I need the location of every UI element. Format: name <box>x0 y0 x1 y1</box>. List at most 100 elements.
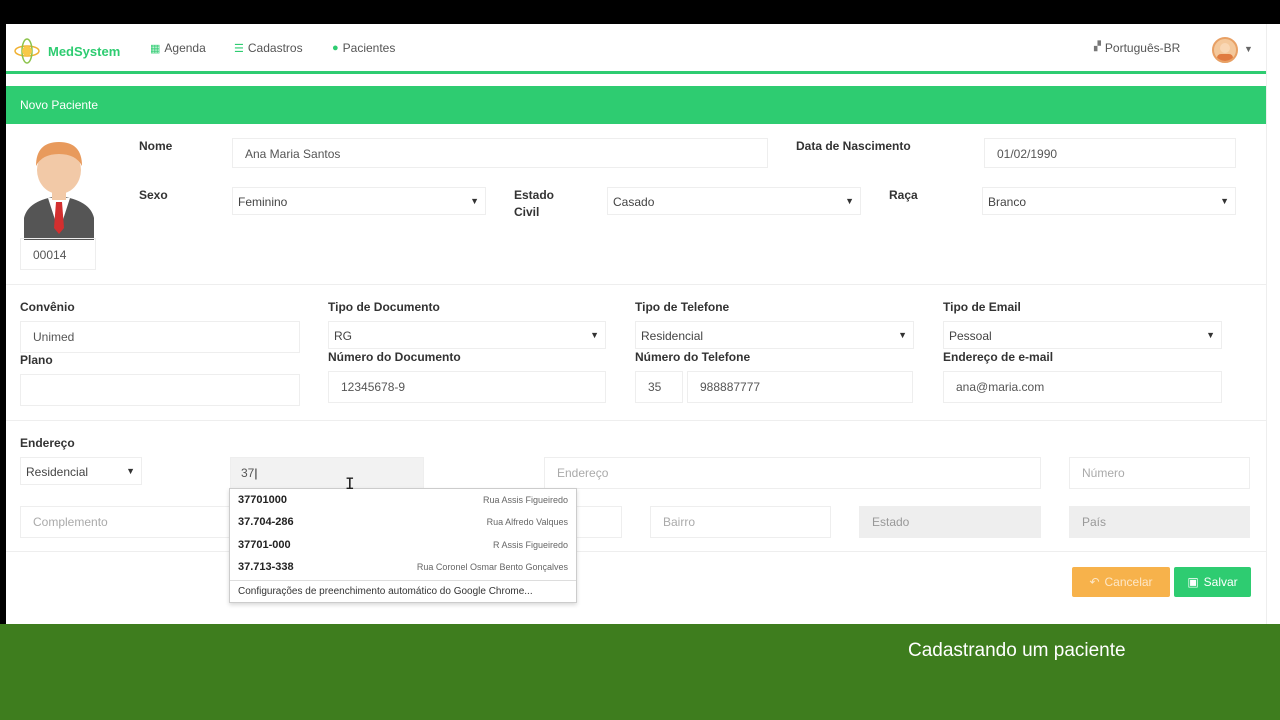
floppy-disk-icon: ▣ <box>1187 575 1199 589</box>
plano-label: Plano <box>20 353 53 367</box>
autocomplete-desc: R Assis Figueiredo <box>492 540 568 550</box>
patient-id: 00014 <box>20 238 96 270</box>
numero-documento-label: Número do Documento <box>328 350 461 364</box>
email-input[interactable]: ana@maria.com <box>943 371 1222 403</box>
chevron-down-icon: ▼ <box>845 196 854 206</box>
user-avatar[interactable] <box>1212 37 1238 63</box>
tipo-email-value: Pessoal <box>949 329 992 343</box>
nav-cadastros[interactable]: ☰ Cadastros <box>234 41 303 55</box>
autocomplete-item[interactable]: 37.704-286 Rua Alfredo Valques <box>230 511 576 533</box>
brand[interactable]: MedSystem <box>14 38 120 64</box>
autocomplete-item[interactable]: 37701-000 R Assis Figueiredo <box>230 534 576 556</box>
user-icon: ● <box>332 42 339 54</box>
save-button[interactable]: ▣ Salvar <box>1174 567 1251 597</box>
undo-icon: ↶ <box>1089 575 1100 589</box>
email-label: Endereço de e-mail <box>943 350 1054 364</box>
estado-civil-label-1: Estado <box>514 188 555 202</box>
sexo-value: Feminino <box>238 195 288 209</box>
tipo-email-label: Tipo de Email <box>943 300 1021 314</box>
tipo-telefone-label: Tipo de Telefone <box>635 300 730 314</box>
autocomplete-desc: Rua Coronel Osmar Bento Gonçalves <box>416 562 568 572</box>
numero-telefone-label: Número do Telefone <box>635 350 751 364</box>
chevron-down-icon: ▼ <box>470 196 479 206</box>
tipo-telefone-select[interactable]: Residencial ▼ <box>635 321 914 349</box>
section-divider <box>6 551 1266 552</box>
estado-civil-value: Casado <box>613 195 655 209</box>
tipo-documento-label: Tipo de Documento <box>328 300 440 314</box>
nome-label: Nome <box>139 139 173 153</box>
caption-bar: Cadastrando um paciente <box>0 624 1280 720</box>
autocomplete-code: 37.713-338 <box>238 561 294 573</box>
autocomplete-code: 37701-000 <box>238 539 291 551</box>
nav-pacientes-label: Pacientes <box>342 41 396 55</box>
chevron-down-icon: ▼ <box>590 330 599 340</box>
bairro-input[interactable]: Bairro <box>650 506 831 538</box>
ddd-input[interactable]: 35 <box>635 371 683 403</box>
pais-input: País <box>1069 506 1250 538</box>
chevron-down-icon: ▼ <box>126 466 135 476</box>
cep-value: 37 <box>241 466 255 480</box>
tipo-email-select[interactable]: Pessoal ▼ <box>943 321 1222 349</box>
estado-civil-select[interactable]: Casado ▼ <box>607 187 861 215</box>
top-black-bar <box>0 0 1280 24</box>
nav-agenda[interactable]: ▦ Agenda <box>150 41 206 55</box>
cep-autocomplete-dropdown: 37701000 Rua Assis Figueiredo 37.704-286… <box>229 488 577 603</box>
calendar-icon: ▦ <box>150 42 161 55</box>
nome-input[interactable]: Ana Maria Santos <box>232 138 768 168</box>
nav-pacientes[interactable]: ● Pacientes <box>332 41 395 55</box>
estado-civil-label-2: Civil <box>514 205 540 219</box>
chevron-down-icon: ▼ <box>1220 196 1229 206</box>
nav-cadastros-label: Cadastros <box>247 41 303 55</box>
user-menu-caret-icon[interactable]: ▼ <box>1244 44 1253 54</box>
autocomplete-code: 37701000 <box>238 494 287 506</box>
tipo-documento-value: RG <box>334 329 352 343</box>
save-label: Salvar <box>1203 575 1238 589</box>
autocomplete-desc: Rua Alfredo Valques <box>486 517 568 527</box>
section-divider <box>6 420 1266 421</box>
raca-label: Raça <box>889 188 918 202</box>
autocomplete-desc: Rua Assis Figueiredo <box>482 495 568 505</box>
panel-title: Novo Paciente <box>6 86 1266 124</box>
tipo-documento-select[interactable]: RG ▼ <box>328 321 606 349</box>
app-window: MedSystem ▦ Agenda ☰ Cadastros ● Pacient… <box>6 24 1266 624</box>
raca-select[interactable]: Branco ▼ <box>982 187 1236 215</box>
cancel-button[interactable]: ↶ Cancelar <box>1072 567 1170 597</box>
autocomplete-settings-link[interactable]: Configurações de preenchimento automátic… <box>230 580 576 602</box>
patient-photo <box>20 132 98 240</box>
brand-logo-icon <box>14 38 40 64</box>
numero-input[interactable]: Número <box>1069 457 1250 489</box>
endereco-input[interactable]: Endereço <box>544 457 1041 489</box>
autocomplete-item[interactable]: 37.713-338 Rua Coronel Osmar Bento Gonça… <box>230 556 576 578</box>
video-caption: Cadastrando um paciente <box>908 640 1126 661</box>
cep-input[interactable]: 37| <box>230 457 424 489</box>
nascimento-input[interactable]: 01/02/1990 <box>984 138 1236 168</box>
text-cursor-icon: I <box>345 474 355 493</box>
endereco-label: Endereço <box>20 436 75 450</box>
convenio-label: Convênio <box>20 300 75 314</box>
raca-value: Branco <box>988 195 1027 209</box>
tipo-endereco-select[interactable]: Residencial ▼ <box>20 457 142 485</box>
sexo-label: Sexo <box>139 188 168 202</box>
language-selector[interactable]: ▞ Português-BR <box>1094 41 1180 55</box>
page-scrollbar[interactable] <box>1266 24 1280 624</box>
flag-icon: ▞ <box>1094 41 1101 51</box>
chevron-down-icon: ▼ <box>898 330 907 340</box>
convenio-input[interactable]: Unimed <box>20 321 300 353</box>
chevron-down-icon: ▼ <box>1206 330 1215 340</box>
tipo-telefone-value: Residencial <box>641 329 704 343</box>
plano-input[interactable] <box>20 374 300 406</box>
telefone-input[interactable]: 988887777 <box>687 371 913 403</box>
numero-documento-input[interactable]: 12345678-9 <box>328 371 606 403</box>
autocomplete-code: 37.704-286 <box>238 516 294 528</box>
autocomplete-item[interactable]: 37701000 Rua Assis Figueiredo <box>230 489 576 511</box>
section-divider <box>6 284 1266 285</box>
estado-input: Estado <box>859 506 1041 538</box>
tipo-endereco-value: Residencial <box>26 465 89 479</box>
sexo-select[interactable]: Feminino ▼ <box>232 187 486 215</box>
brand-name: MedSystem <box>48 43 121 59</box>
language-label: Português-BR <box>1104 41 1181 55</box>
nav-agenda-label: Agenda <box>164 41 206 55</box>
database-icon: ☰ <box>234 42 244 55</box>
nascimento-label: Data de Nascimento <box>796 139 911 153</box>
navbar: MedSystem ▦ Agenda ☰ Cadastros ● Pacient… <box>6 24 1266 74</box>
